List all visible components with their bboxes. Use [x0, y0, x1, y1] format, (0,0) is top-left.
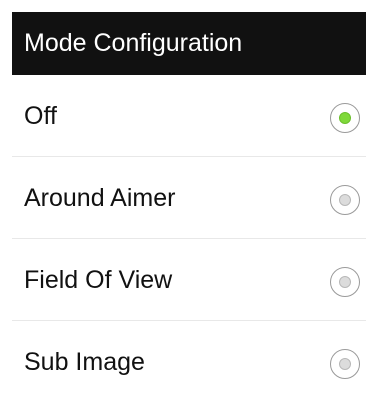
option-around-aimer[interactable]: Around Aimer — [12, 157, 366, 239]
option-label: Off — [24, 102, 57, 130]
radio-dot-icon — [339, 358, 351, 370]
radio-dot-icon — [339, 112, 351, 124]
option-label: Field Of View — [24, 266, 173, 294]
option-label: Around Aimer — [24, 184, 176, 212]
option-field-of-view[interactable]: Field Of View — [12, 239, 366, 321]
option-off[interactable]: Off — [12, 75, 366, 157]
radio-dot-icon — [339, 194, 351, 206]
radio-button-icon[interactable] — [330, 185, 360, 215]
left-margin — [0, 12, 12, 75]
dialog-title: Mode Configuration — [12, 12, 366, 75]
mode-configuration-dialog: Mode Configuration Off Around Aimer Fiel… — [0, 0, 366, 397]
option-label: Sub Image — [24, 348, 145, 376]
option-sub-image[interactable]: Sub Image — [12, 321, 366, 403]
radio-dot-icon — [339, 276, 351, 288]
radio-button-icon[interactable] — [330, 267, 360, 297]
top-margin — [0, 0, 366, 12]
radio-button-icon[interactable] — [330, 349, 360, 379]
mode-option-list: Off Around Aimer Field Of View Sub Image — [12, 75, 366, 397]
radio-button-icon[interactable] — [330, 103, 360, 133]
